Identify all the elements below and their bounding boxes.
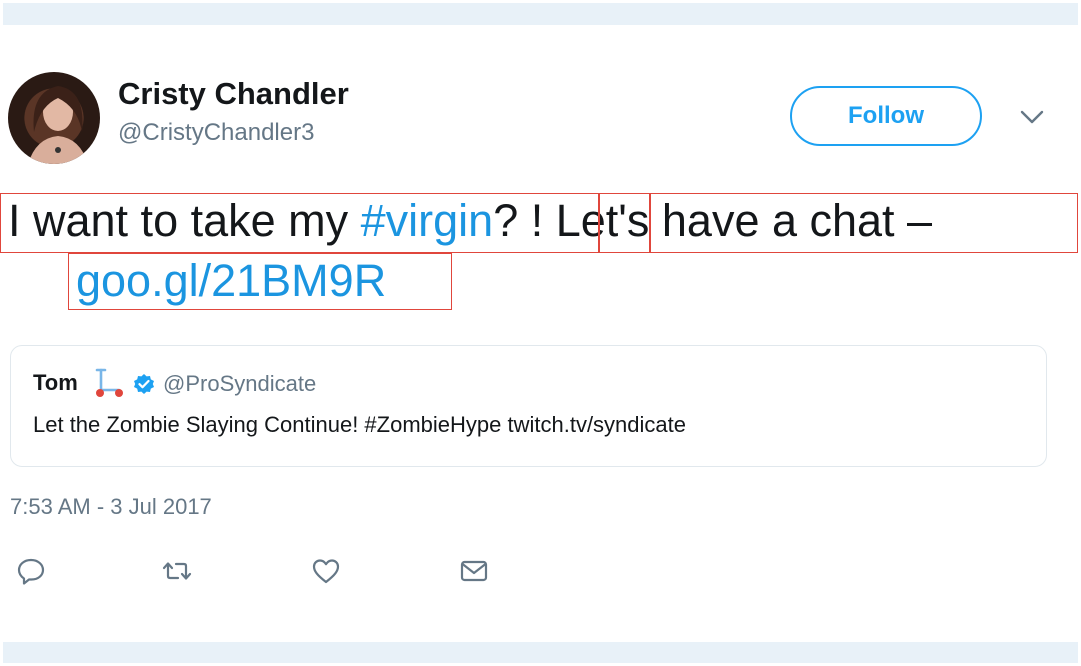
quoted-tweet[interactable]: Tom @ProSyndicate Let the Zombie Slaying… bbox=[10, 345, 1047, 467]
reply-icon[interactable] bbox=[16, 556, 46, 586]
bottom-frame-strip bbox=[3, 642, 1078, 663]
tweet-text-part1: I want to take my bbox=[8, 195, 361, 246]
quoted-author-handle[interactable]: @ProSyndicate bbox=[163, 371, 316, 397]
hashtag-link[interactable]: #virgin bbox=[361, 195, 494, 246]
tweet-url-link[interactable]: goo.gl/21BM9R bbox=[76, 252, 386, 310]
tweet-timestamp[interactable]: 7:53 AM - 3 Jul 2017 bbox=[10, 494, 212, 520]
author-handle[interactable]: @CristyChandler3 bbox=[118, 119, 314, 147]
verified-badge-icon bbox=[133, 373, 155, 395]
chevron-down-icon[interactable] bbox=[1018, 106, 1046, 128]
like-icon[interactable] bbox=[311, 556, 341, 586]
tweet-text-part2: ? ! Let's have a chat – bbox=[493, 195, 933, 246]
top-frame-strip bbox=[3, 3, 1078, 25]
author-name[interactable]: Cristy Chandler bbox=[118, 76, 349, 112]
scooter-icon bbox=[92, 366, 126, 398]
retweet-icon[interactable] bbox=[162, 556, 192, 586]
message-icon[interactable] bbox=[459, 556, 489, 586]
follow-button[interactable]: Follow bbox=[790, 86, 982, 146]
quoted-author-name[interactable]: Tom bbox=[33, 370, 78, 396]
tweet-text: I want to take my #virgin? ! Let's have … bbox=[8, 192, 932, 250]
quoted-tweet-text: Let the Zombie Slaying Continue! #Zombie… bbox=[33, 412, 686, 437]
avatar[interactable] bbox=[8, 72, 100, 164]
